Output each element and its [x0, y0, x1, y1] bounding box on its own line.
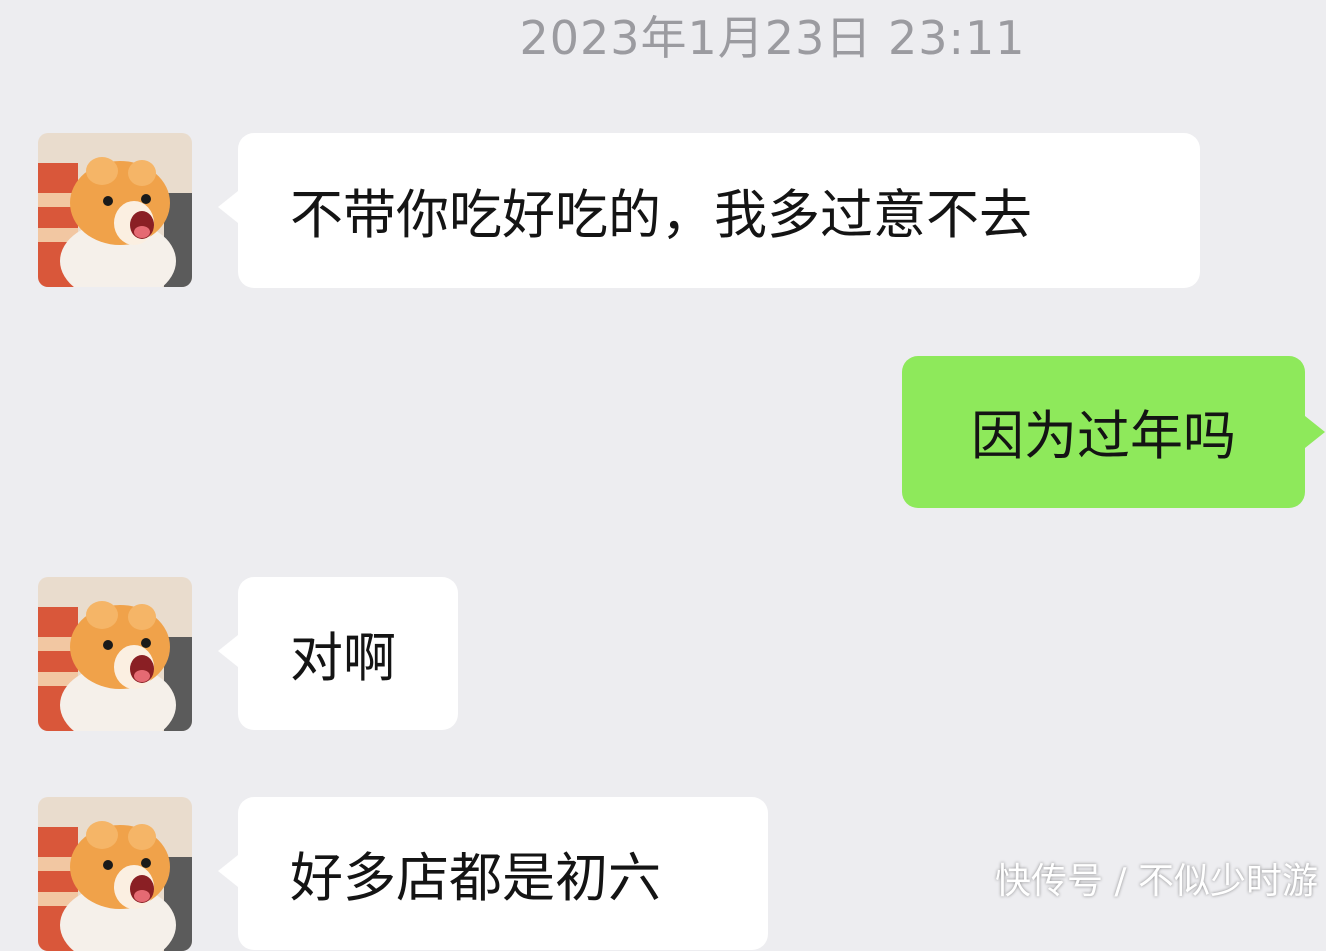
outgoing-message-bubble[interactable]: 因为过年吗 [902, 356, 1325, 508]
pomeranian-dog-avatar-icon [38, 133, 192, 287]
incoming-message-bubble[interactable]: 好多店都是初六 [218, 797, 768, 950]
incoming-message-bubble[interactable]: 不带你吃好吃的，我多过意不去 [218, 133, 1200, 288]
watermark: 快传号 / 不似少时游 [994, 861, 1318, 902]
contact-avatar[interactable] [38, 797, 192, 951]
message-text: 对啊 [290, 627, 396, 689]
message-text: 不带你吃好吃的，我多过意不去 [290, 184, 1032, 246]
contact-avatar[interactable] [38, 133, 192, 287]
contact-avatar[interactable] [38, 577, 192, 731]
pomeranian-dog-avatar-icon [38, 577, 192, 731]
message-timestamp: 2023年1月23日 23:11 [519, 11, 1026, 65]
message-text: 好多店都是初六 [290, 847, 661, 909]
incoming-message-bubble[interactable]: 对啊 [218, 577, 458, 730]
message-text: 因为过年吗 [971, 406, 1236, 467]
pomeranian-dog-avatar-icon [38, 797, 192, 951]
